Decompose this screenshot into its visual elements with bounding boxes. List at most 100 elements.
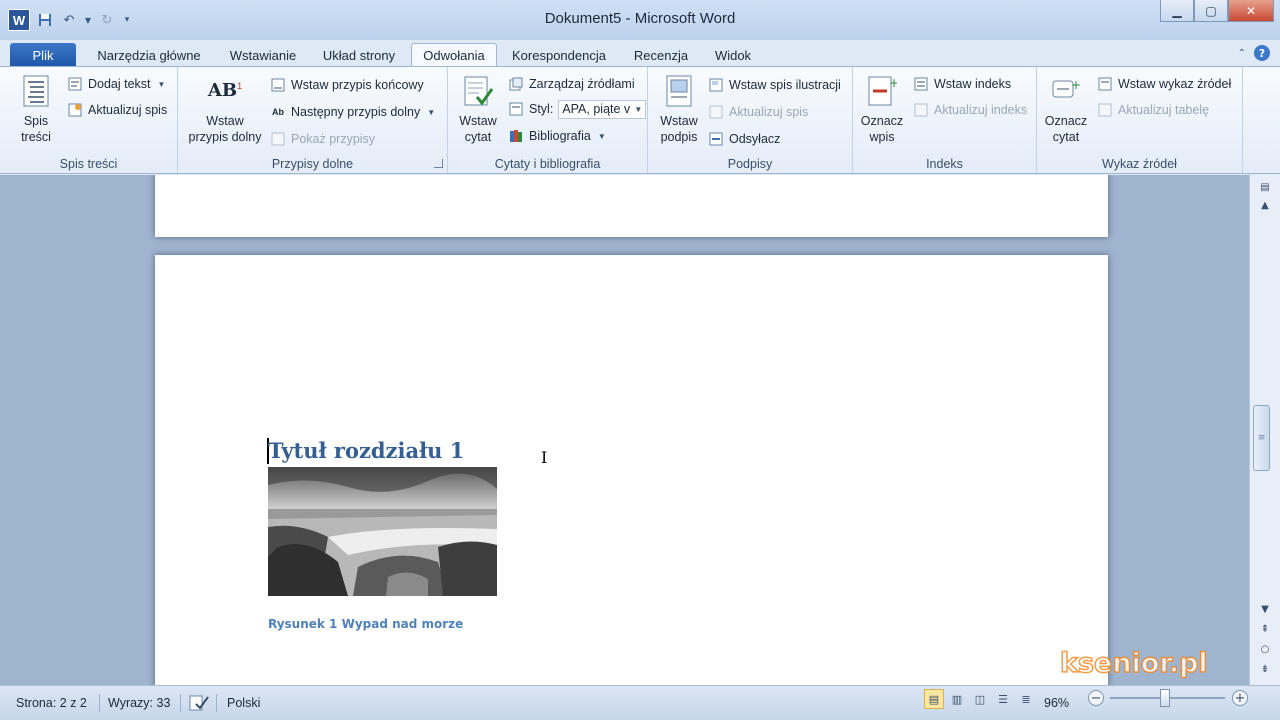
add-text-button[interactable]: Dodaj tekst ▼	[67, 74, 165, 94]
cross-reference-label: Odsyłacz	[729, 132, 781, 146]
draft-view-icon[interactable]: ≣	[1016, 689, 1036, 709]
cross-reference-button[interactable]: Odsyłacz	[708, 129, 780, 149]
insert-caption-button[interactable]: Wstaw podpis	[654, 73, 704, 145]
bibliography-icon	[508, 128, 524, 144]
insert-endnote-button[interactable]: Wstaw przypis końcowy	[270, 75, 424, 95]
print-layout-view-icon[interactable]: ▤	[924, 689, 944, 709]
help-icon[interactable]: ?	[1254, 45, 1270, 61]
bibliography-caret-icon: ▼	[597, 131, 606, 141]
next-footnote-button[interactable]: Ab Następny przypis dolny ▼	[270, 102, 435, 122]
footnotes-dialog-launcher-icon[interactable]	[434, 159, 443, 168]
vertical-scrollbar[interactable]: ▤ ▲ ≡ ▼ ⇞ ○ ⇟	[1249, 175, 1280, 685]
insert-citation-button[interactable]: Wstaw cytat	[454, 73, 502, 145]
insert-table-of-figures-button[interactable]: Wstaw spis ilustracji	[708, 75, 841, 95]
table-of-contents-button[interactable]: Spis treści	[10, 73, 62, 145]
insert-footnote-label: Wstaw przypis dolny	[188, 114, 262, 144]
footnote-icon-letters: AB	[207, 80, 238, 101]
figure-caption[interactable]: Rysunek 1 Wypad nad morze	[268, 617, 463, 631]
tab-home[interactable]: Narzędzia główne	[84, 43, 214, 67]
tab-page-layout[interactable]: Układ strony	[312, 43, 406, 67]
page-count[interactable]: Strona: 2 z 2	[16, 692, 87, 714]
insert-caption-icon	[663, 73, 695, 109]
update-figures-icon	[708, 104, 724, 120]
update-authorities-label: Aktualizuj tabelę	[1118, 103, 1210, 117]
citation-style-control: Styl: APA, piąte v ▼	[508, 99, 647, 119]
full-screen-reading-view-icon[interactable]: ▥	[947, 689, 967, 709]
tab-file[interactable]: Plik	[10, 43, 76, 67]
ruler-toggle-icon[interactable]: ▤	[1255, 179, 1275, 195]
tab-view[interactable]: Widok	[704, 43, 762, 67]
language-indicator[interactable]: Polski	[227, 692, 260, 714]
zoom-slider-thumb[interactable]	[1160, 689, 1170, 707]
insert-caption-label: Wstaw podpis	[660, 114, 698, 144]
previous-page-icon[interactable]: ⇞	[1255, 621, 1275, 637]
group-index: + Oznacz wpis Wstaw indeks Aktualizuj in…	[853, 67, 1037, 173]
manage-sources-button[interactable]: Zarządzaj źródłami	[508, 74, 635, 94]
citation-style-dropdown[interactable]: APA, piąte v ▼	[558, 99, 647, 119]
tab-references[interactable]: Odwołania	[411, 43, 497, 67]
bibliography-label: Bibliografia	[529, 129, 591, 143]
zoom-in-icon[interactable]: +	[1232, 690, 1248, 706]
citation-style-label: Styl:	[529, 102, 554, 116]
group-table-of-authorities: + Oznacz cytat Wstaw wykaz źródeł Aktual…	[1037, 67, 1243, 173]
insert-index-button[interactable]: Wstaw indeks	[913, 74, 1011, 94]
page-2[interactable]: Tytuł rozdziału 1 Rysunek 1 Wypad nad mo…	[155, 255, 1108, 685]
manage-sources-label: Zarządzaj źródłami	[529, 77, 635, 91]
cross-reference-icon	[708, 131, 724, 147]
mark-entry-button[interactable]: + Oznacz wpis	[859, 73, 905, 145]
document-area[interactable]: Tytuł rozdziału 1 Rysunek 1 Wypad nad mo…	[0, 175, 1249, 685]
zoom-percentage[interactable]: 96%	[1044, 692, 1069, 714]
citation-style-icon	[508, 101, 524, 117]
tab-mailings[interactable]: Korespondencja	[503, 43, 615, 67]
scroll-thumb[interactable]: ≡	[1253, 405, 1270, 471]
citation-style-value: APA, piąte v	[562, 102, 631, 116]
tab-review[interactable]: Recenzja	[626, 43, 696, 67]
mark-citation-button[interactable]: + Oznacz cytat	[1043, 73, 1089, 145]
update-table-of-figures-button[interactable]: Aktualizuj spis	[708, 102, 808, 122]
web-layout-view-icon[interactable]: ◫	[970, 689, 990, 709]
scroll-up-icon[interactable]: ▲	[1255, 197, 1275, 213]
beach-photo[interactable]	[268, 467, 497, 596]
maximize-button[interactable]: ▢	[1194, 0, 1228, 22]
table-of-contents-icon	[20, 73, 52, 109]
minimize-ribbon-icon[interactable]: ⌃	[1238, 48, 1246, 59]
next-page-icon[interactable]: ⇟	[1255, 661, 1275, 677]
insert-index-icon	[913, 76, 929, 92]
mark-entry-label: Oznacz wpis	[860, 114, 904, 144]
group-label-captions: Podpisy	[727, 157, 773, 171]
group-label-citations: Cytaty i bibliografia	[494, 157, 601, 171]
insert-authorities-label: Wstaw wykaz źródeł	[1118, 77, 1232, 91]
word-count[interactable]: Wyrazy: 33	[108, 692, 170, 714]
next-footnote-label: Następny przypis dolny	[291, 105, 421, 119]
browse-object-icon[interactable]: ○	[1255, 641, 1275, 657]
update-index-label: Aktualizuj indeks	[934, 103, 1028, 117]
group-footnotes: AB 1 Wstaw przypis dolny Wstaw przypis ko…	[178, 67, 448, 173]
update-table-of-authorities-button[interactable]: Aktualizuj tabelę	[1097, 100, 1209, 120]
zoom-out-icon[interactable]: −	[1088, 690, 1104, 706]
svg-text:+: +	[1071, 78, 1081, 92]
table-of-contents-label: Spis treści	[21, 114, 51, 144]
group-label-index: Indeks	[926, 157, 963, 171]
next-footnote-icon: Ab	[272, 107, 284, 117]
close-button[interactable]: ✕	[1228, 0, 1274, 22]
page-1-bottom[interactable]	[155, 175, 1108, 237]
group-table-of-contents: Spis treści Dodaj tekst ▼ Aktualizuj spis…	[0, 67, 178, 173]
outline-view-icon[interactable]: ☰	[993, 689, 1013, 709]
group-label-toc: Spis treści	[59, 157, 118, 171]
proofing-icon[interactable]	[188, 692, 210, 714]
scroll-down-icon[interactable]: ▼	[1255, 601, 1275, 617]
ribbon: Spis treści Dodaj tekst ▼ Aktualizuj spis…	[0, 66, 1280, 174]
add-text-icon	[67, 76, 83, 92]
insert-table-of-authorities-button[interactable]: Wstaw wykaz źródeł	[1097, 74, 1231, 94]
update-figures-label: Aktualizuj spis	[729, 105, 809, 119]
insert-footnote-button[interactable]: AB 1 Wstaw przypis dolny	[184, 73, 266, 145]
tab-insert[interactable]: Wstawianie	[218, 43, 308, 67]
minimize-button[interactable]: ▁	[1160, 0, 1194, 22]
bibliography-button[interactable]: Bibliografia ▼	[508, 126, 606, 146]
update-index-button[interactable]: Aktualizuj indeks	[913, 100, 1027, 120]
show-notes-label: Pokaż przypisy	[291, 132, 376, 146]
chapter-heading[interactable]: Tytuł rozdziału 1	[268, 438, 464, 463]
show-notes-button[interactable]: Pokaż przypisy	[270, 129, 375, 149]
update-toc-button[interactable]: Aktualizuj spis	[67, 100, 167, 120]
insert-authorities-icon	[1097, 76, 1113, 92]
